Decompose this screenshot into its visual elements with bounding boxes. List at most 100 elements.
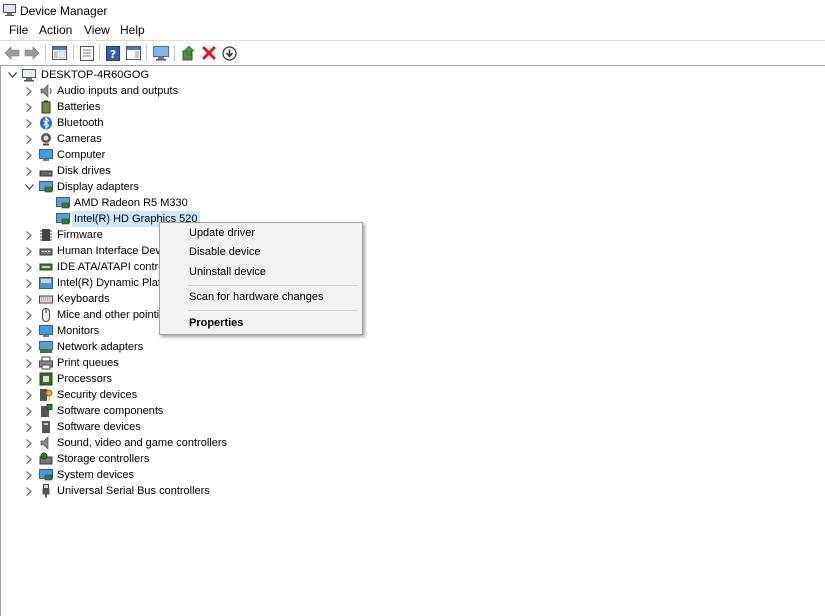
show-hide-console-tree-icon[interactable] [50, 44, 68, 62]
tree-item-batteries[interactable]: Batteries [1, 99, 261, 115]
system-device-icon [39, 469, 53, 481]
toolbar: ? [0, 40, 825, 66]
tree-item-print-queues[interactable]: Print queues [1, 355, 261, 371]
chip-icon [40, 229, 52, 241]
tree-item-computer[interactable]: Computer [1, 147, 261, 163]
expand-chevron-icon[interactable] [23, 467, 35, 483]
tree-item-amd-radeon[interactable]: AMD Radeon R5 M330 [1, 195, 261, 211]
hid-icon [39, 248, 53, 256]
tree-item-system-devices[interactable]: System devices [1, 467, 261, 483]
category-label: Batteries [57, 101, 101, 113]
network-adapter-icon [39, 341, 53, 353]
tree-item-usb-controllers[interactable]: Universal Serial Bus controllers [1, 483, 261, 499]
category-label: Network adapters [57, 341, 144, 353]
expand-chevron-icon[interactable] [23, 163, 35, 179]
category-label: Firmware [57, 229, 103, 241]
expand-chevron-icon[interactable] [23, 227, 35, 243]
title-bar: Device Manager [0, 0, 825, 21]
expand-chevron-icon[interactable] [23, 83, 35, 99]
category-label: Display adapters [57, 181, 139, 193]
menu-help[interactable]: Help [119, 23, 146, 37]
expand-chevron-icon[interactable] [23, 275, 35, 291]
tree-item-storage-controllers[interactable]: Storage controllers [1, 451, 261, 467]
tree-root[interactable]: DESKTOP-4R60GOG [1, 67, 201, 83]
tree-item-display-adapters[interactable]: Display adapters [1, 179, 261, 195]
expand-chevron-icon[interactable] [23, 435, 35, 451]
tree-item-bluetooth[interactable]: Bluetooth [1, 115, 261, 131]
menu-item-uninstall-device[interactable]: Uninstall device [189, 263, 266, 281]
context-menu: Update driver Disable device Uninstall d… [159, 222, 363, 335]
tree-item-audio[interactable]: Audio inputs and outputs [1, 83, 261, 99]
tree-item-software-components[interactable]: Software components [1, 403, 261, 419]
category-label: Universal Serial Bus controllers [57, 485, 210, 497]
category-label: Disk drives [57, 165, 111, 177]
expand-chevron-icon[interactable] [23, 387, 35, 403]
help-icon[interactable]: ? [104, 44, 122, 62]
collapse-chevron-icon[interactable] [6, 67, 18, 83]
expand-chevron-icon[interactable] [23, 339, 35, 355]
category-label: Audio inputs and outputs [57, 85, 179, 97]
svg-text:?: ? [110, 48, 116, 61]
category-label: Sound, video and game controllers [57, 437, 227, 449]
expand-chevron-icon[interactable] [23, 483, 35, 499]
expand-chevron-icon[interactable] [23, 131, 35, 147]
monitor-icon [39, 149, 53, 161]
category-label: Monitors [57, 325, 100, 337]
expand-chevron-icon[interactable] [23, 419, 35, 435]
battery-icon [41, 100, 51, 114]
category-label: Software components [57, 405, 164, 417]
expand-chevron-icon[interactable] [23, 307, 35, 323]
usb-icon [42, 484, 50, 498]
menu-bar: File Action View Help [0, 21, 825, 39]
display-adapter-icon [56, 213, 70, 225]
expand-chevron-icon[interactable] [23, 323, 35, 339]
speaker-icon [40, 84, 52, 98]
action-pane-icon[interactable] [124, 44, 142, 62]
forward-icon[interactable] [23, 44, 41, 62]
mouse-icon [42, 308, 50, 322]
update-driver-icon[interactable] [180, 44, 198, 62]
expand-chevron-icon[interactable] [23, 371, 35, 387]
monitor-icon [39, 325, 53, 337]
category-label: Cameras [57, 133, 102, 145]
root-label: DESKTOP-4R60GOG [41, 69, 149, 81]
tree-item-sound-video[interactable]: Sound, video and game controllers [1, 435, 261, 451]
expand-chevron-icon[interactable] [23, 259, 35, 275]
expand-chevron-icon[interactable] [23, 355, 35, 371]
back-icon[interactable] [3, 44, 21, 62]
menu-file[interactable]: File [8, 23, 29, 37]
tree-item-software-devices[interactable]: Software devices [1, 419, 261, 435]
menu-action[interactable]: Action [38, 23, 73, 37]
display-adapter-icon [56, 197, 70, 209]
category-label: Bluetooth [57, 117, 104, 129]
menu-item-disable-device[interactable]: Disable device [189, 243, 261, 261]
category-label: Mice and other pointi [57, 309, 160, 321]
expand-chevron-icon[interactable] [23, 403, 35, 419]
expand-chevron-icon[interactable] [23, 115, 35, 131]
collapse-chevron-icon[interactable] [23, 179, 35, 195]
expand-chevron-icon[interactable] [23, 243, 35, 259]
menu-item-scan-hardware[interactable]: Scan for hardware changes [189, 288, 324, 306]
printer-icon [39, 356, 53, 370]
properties-icon[interactable] [78, 44, 96, 62]
tree-item-cameras[interactable]: Cameras [1, 131, 261, 147]
expand-chevron-icon[interactable] [23, 451, 35, 467]
category-label: Security devices [57, 389, 138, 401]
menu-separator [188, 285, 358, 286]
menu-item-update-driver[interactable]: Update driver [189, 224, 255, 242]
download-icon[interactable] [220, 44, 238, 62]
expand-chevron-icon[interactable] [23, 291, 35, 307]
menu-view[interactable]: View [83, 23, 111, 37]
uninstall-icon[interactable] [200, 44, 218, 62]
category-label: System devices [57, 469, 135, 481]
expand-chevron-icon[interactable] [23, 99, 35, 115]
expand-chevron-icon[interactable] [23, 147, 35, 163]
tree-item-security-devices[interactable]: Security devices [1, 387, 261, 403]
software-device-icon [42, 421, 50, 433]
tree-item-processors[interactable]: Processors [1, 371, 261, 387]
menu-item-properties[interactable]: Properties [189, 314, 243, 332]
tree-item-disk-drives[interactable]: Disk drives [1, 163, 261, 179]
tree-item-network-adapters[interactable]: Network adapters [1, 339, 261, 355]
camera-icon [41, 133, 51, 146]
scan-hardware-icon[interactable] [152, 44, 170, 62]
